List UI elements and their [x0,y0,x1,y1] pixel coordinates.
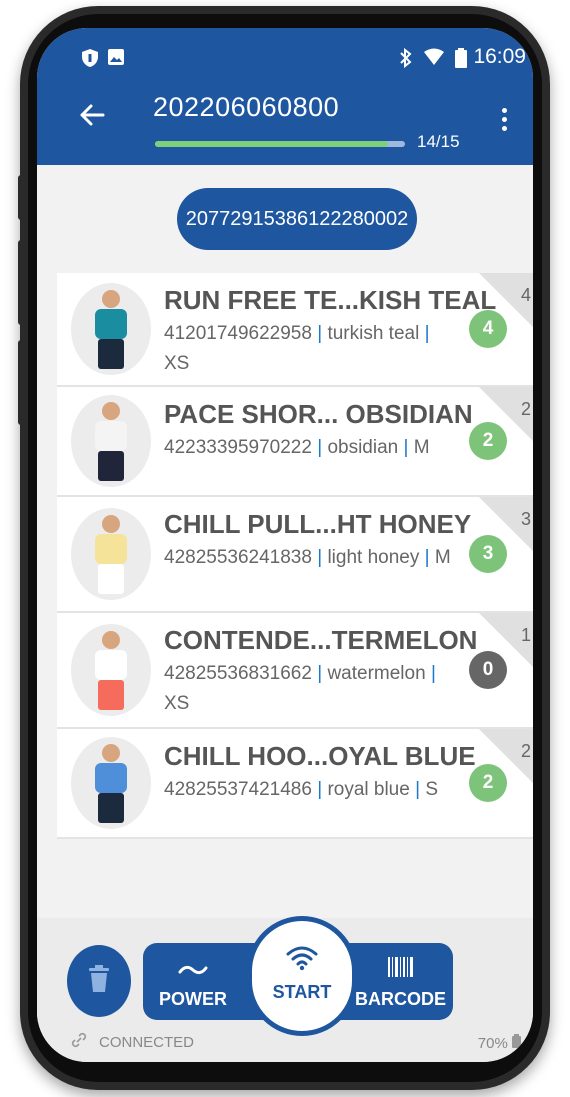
power-button[interactable]: POWER [143,943,243,1020]
product-title: CHILL HOO...OYAL BLUE [164,741,476,771]
more-options-icon[interactable] [502,108,508,135]
product-size: M [434,547,451,568]
product-size: M [413,437,430,458]
product-color: light honey [327,547,420,568]
product-thumbnail [71,395,151,487]
product-size: XS [164,693,190,714]
status-bar: 16:09 [37,28,533,90]
product-sku: 42233395970222 [164,437,312,458]
barcode-label: BARCODE [354,989,446,1009]
phone-volume-down [18,340,24,425]
expected-quantity: 1 [520,625,531,645]
scanned-quantity-badge: 2 [469,422,507,460]
start-label: START [272,982,332,1002]
expected-quantity: 2 [520,741,531,761]
battery-icon [455,48,467,71]
product-title: RUN FREE TE...KISH TEAL [164,285,497,315]
product-size: S [425,779,439,800]
progress-bar [155,141,405,147]
scanner-battery: 70% [478,1034,521,1052]
shield-icon [81,48,99,71]
status-time: 16:09 [473,45,526,68]
product-thumbnail [71,283,151,375]
product-title: PACE SHOR... OBSIDIAN [164,399,473,429]
scanned-quantity-badge: 3 [469,535,507,573]
page-title: 202206060800 [153,92,340,122]
link-icon [71,1032,87,1053]
product-details: 42825537421486 | royal blue | S [164,779,439,800]
product-details: 41201749622958 | turkish teal | XS [164,323,430,374]
product-sku: 42825536241838 [164,547,312,568]
app-screen: 16:09 202206060800 14/15 207729153861222… [37,28,533,1062]
product-color: royal blue [327,779,410,800]
expected-quantity: 3 [520,509,531,529]
scanned-quantity-badge: 2 [469,764,507,802]
list-item[interactable]: PACE SHOR... OBSIDIAN 42233395970222 | o… [57,387,533,497]
image-icon [107,48,125,69]
start-button[interactable]: START [247,916,357,1036]
phone-side-button [18,175,24,220]
barcode-button[interactable]: BARCODE [348,943,453,1020]
product-thumbnail [71,737,151,829]
product-title: CONTENDE...TERMELON [164,625,478,655]
product-thumbnail [71,624,151,716]
connection-bar: CONNECTED 70% [37,1028,533,1062]
product-color: watermelon [327,663,426,684]
product-details: 42825536831662 | watermelon | XS [164,663,436,714]
barcode-icon [387,957,413,977]
product-title: CHILL PULL...HT HONEY [164,509,472,539]
wifi-icon [423,48,445,69]
app-header: 16:09 202206060800 14/15 [37,28,533,165]
list-item[interactable]: CHILL HOO...OYAL BLUE 42825537421486 | r… [57,729,533,839]
product-sku: 41201749622958 [164,323,312,344]
trash-icon [88,964,110,998]
product-sku: 42825536831662 [164,663,312,684]
power-wave-icon [178,965,208,975]
phone-volume-up [18,240,24,325]
scanned-quantity-badge: 0 [469,651,507,689]
scanned-quantity-badge: 4 [469,310,507,348]
expected-quantity: 2 [520,399,531,419]
product-color: obsidian [327,437,399,458]
product-color: turkish teal [327,323,420,344]
list-item[interactable]: CHILL PULL...HT HONEY 42825536241838 | l… [57,497,533,613]
scanned-code-pill[interactable]: 20772915386122280002 [177,188,417,250]
product-details: 42825536241838 | light honey | M [164,547,451,568]
power-label: POWER [158,989,227,1009]
progress-fill [155,141,389,147]
delete-button[interactable] [67,945,131,1017]
list-item[interactable]: RUN FREE TE...KISH TEAL 41201749622958 |… [57,273,533,387]
bluetooth-icon [399,47,413,71]
progress-count: 14/15 [417,132,460,151]
product-size: XS [164,353,190,374]
connection-status: CONNECTED [99,1034,195,1051]
product-details: 42233395970222 | obsidian | M [164,437,430,458]
list-item[interactable]: CONTENDE...TERMELON 42825536831662 | wat… [57,613,533,729]
item-list: RUN FREE TE...KISH TEAL 41201749622958 |… [57,273,533,839]
product-sku: 42825537421486 [164,779,312,800]
battery-level-icon [512,1034,521,1048]
back-arrow-icon[interactable] [79,103,105,133]
expected-quantity: 4 [520,285,531,305]
product-thumbnail [71,508,151,600]
wireless-scan-icon [286,946,318,971]
